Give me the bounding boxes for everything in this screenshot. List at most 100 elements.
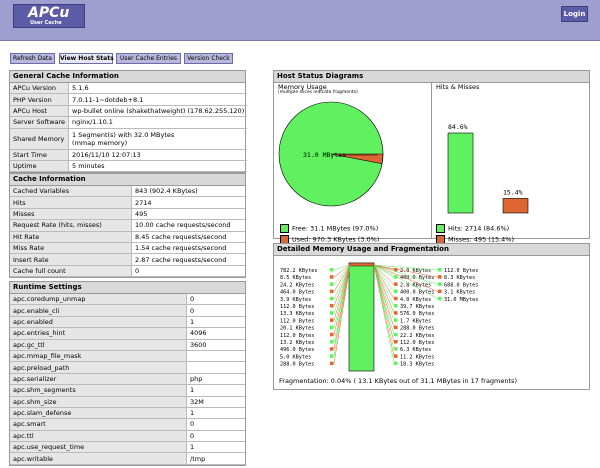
logo-subtitle: User Cache — [30, 20, 62, 26]
row-value: /tmp — [186, 452, 245, 465]
frag-marker — [330, 282, 334, 286]
hits-misses-bar-chart: 84.6% 15.4% — [447, 123, 529, 214]
frag-label-left: 8.5 KBytes — [280, 275, 311, 281]
frag-label-left: 782.2 KBytes — [280, 268, 317, 274]
frag-label-right: 8.3 KBytes — [444, 275, 475, 281]
table-row: apc.serializer php — [10, 373, 245, 386]
row-key: apc.shm_segments — [10, 384, 187, 397]
table-row: APCu Host wp-bullet online (shakethatweig… — [10, 105, 248, 118]
frag-label-mid: 6.3 KBytes — [400, 347, 431, 353]
frag-label-left: 288.0 Bytes — [280, 362, 314, 368]
frag-marker — [438, 282, 442, 286]
row-key: apc.gc_ttl — [10, 339, 187, 351]
row-value: 0 — [186, 294, 245, 306]
table-row: apc.slam_defense 1 — [10, 407, 245, 420]
memory-usage-note: (multiple slices indicate fragments) — [278, 90, 358, 95]
row-key: apc.preload_path — [10, 361, 187, 374]
frag-label-mid: 39.7 KBytes — [400, 304, 434, 310]
frag-label-left: 13.2 KBytes — [280, 340, 314, 346]
row-value: 1.54 cache requests/second — [131, 242, 245, 255]
row-value: wp-bullet online (shakethatweight) (178.… — [68, 105, 248, 118]
frag-label-mid: 400.0 Bytes — [400, 290, 434, 296]
row-value: 8.45 cache requests/second — [131, 231, 245, 243]
frag-label-right: 3.1 KBytes — [444, 290, 475, 296]
legend-free-swatch — [280, 224, 289, 233]
runtime-settings-panel: Runtime Settings apc.coredump_unmap 0 apc.… — [9, 281, 246, 466]
row-key: apc.serializer — [10, 373, 187, 386]
frag-label-left: 112.0 Bytes — [280, 318, 314, 324]
frag-marker — [438, 275, 442, 279]
row-value: 32M — [186, 396, 245, 408]
row-key: Uptime — [10, 160, 70, 173]
user-cache-entries-button[interactable]: User Cache Entries — [116, 53, 181, 64]
frag-marker — [394, 289, 398, 294]
fragmentation-diagram: 782.2 KBytes8.5 KBytes24.2 KBytes 464.0 B… — [280, 262, 478, 372]
detailed-memory-panel: Detailed Memory Usage and Fragmentation … — [273, 243, 590, 390]
frag-leader — [333, 264, 351, 364]
row-value: 5 minutes — [68, 160, 248, 173]
table-row: Miss Rate 1.54 cache requests/second — [10, 242, 245, 255]
frag-marker — [330, 354, 334, 358]
frag-marker — [330, 361, 334, 366]
row-value: 0 — [131, 265, 245, 278]
row-key: Shared Memory — [10, 128, 70, 150]
host-status-diagrams-panel: Host Status Diagrams Memory Usage (multi… — [273, 70, 590, 244]
login-button[interactable]: Login — [561, 6, 588, 22]
cache-info-title: Cache Information — [10, 174, 245, 186]
frag-marker — [394, 354, 398, 358]
table-row: Cached Variables 843 (902.4 KBytes) — [10, 186, 245, 198]
row-key: PHP Version — [10, 93, 70, 106]
frag-marker — [438, 296, 442, 301]
frag-leader — [373, 264, 395, 321]
table-row: Cache full count 0 — [10, 265, 245, 278]
row-key: APCu Version — [10, 83, 70, 95]
row-key: Hit Rate — [10, 231, 132, 243]
frag-label-mid: 11.2 KBytes — [400, 354, 434, 360]
frag-marker — [394, 304, 398, 308]
row-key: apc.entries_hint — [10, 327, 187, 340]
row-key: apc.coredump_unmap — [10, 294, 187, 306]
cache-info-panel: Cache Information Cached Variables 843 (9… — [9, 173, 246, 279]
row-value: 0 — [186, 304, 245, 317]
frag-leader — [373, 264, 395, 364]
table-row: Server Software nginx/1.10.1 — [10, 116, 248, 129]
row-key: Cached Variables — [10, 186, 132, 198]
frag-label-mid: 22.2 KBytes — [400, 333, 434, 339]
frag-marker — [394, 311, 398, 315]
frag-marker — [330, 340, 334, 344]
legend-hits: Hits: 2714 (84.6%) — [436, 224, 509, 233]
frag-label-right: 31.0 MBytes — [444, 297, 478, 303]
view-host-stats-button[interactable]: View Host Stats — [59, 53, 114, 64]
bar-misses-value: 15.4% — [503, 188, 523, 196]
frag-marker — [394, 282, 398, 286]
refresh-data-button[interactable]: Refresh Data — [10, 53, 55, 64]
apcu-logo[interactable]: APCu User Cache — [13, 4, 85, 28]
table-row: apc.writable/tmp — [10, 452, 245, 465]
frag-marker — [330, 347, 334, 351]
frag-marker — [330, 304, 334, 308]
frag-marker — [394, 296, 398, 301]
bar-misses — [502, 198, 529, 214]
row-value: nginx/1.10.1 — [68, 116, 248, 129]
row-value: 843 (902.4 KBytes) — [131, 186, 245, 198]
frag-marker — [438, 268, 442, 272]
frag-label-left: 496.0 Bytes — [280, 347, 314, 353]
table-row: apc.shm_size 32M — [10, 396, 245, 408]
frag-label-mid: 1.7 KBytes — [400, 318, 431, 324]
row-key: apc.smart — [10, 418, 187, 431]
table-row: apc.enable_cli 0 — [10, 304, 245, 317]
table-row: apc.use_request_time 1 — [10, 441, 245, 454]
logo-title: APCu — [28, 5, 70, 21]
frag-marker — [330, 311, 334, 315]
version-check-button[interactable]: Version Check — [184, 53, 233, 64]
table-row: APCu Version 5.1.6 — [10, 83, 248, 95]
frag-marker — [330, 275, 334, 279]
frag-marker — [394, 318, 398, 322]
table-row: apc.preload_path — [10, 361, 245, 374]
row-value: 10.00 cache requests/second — [131, 219, 245, 232]
frag-marker — [394, 325, 398, 330]
row-key: Misses — [10, 208, 132, 221]
table-row: Request Rate (hits, misses) 10.00 cache r… — [10, 219, 245, 232]
header-bar: APCu User Cache Login — [0, 0, 600, 41]
legend-free-label: Free: 31.1 MBytes (97.0%) — [292, 224, 379, 233]
